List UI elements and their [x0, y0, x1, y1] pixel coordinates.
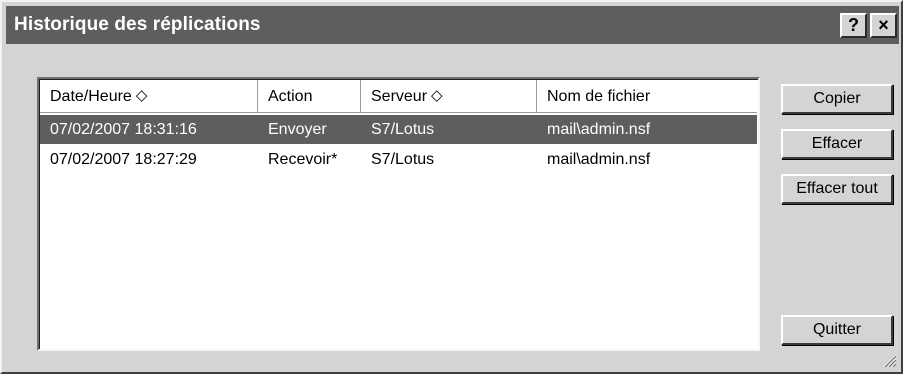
column-header-label: Nom de fichier	[547, 88, 651, 105]
cell-action: Recevoir*	[268, 151, 338, 168]
column-header-label: Date/Heure	[50, 88, 132, 105]
column-header-label: Action	[268, 88, 313, 105]
dialog-title: Historique des réplications	[14, 14, 261, 35]
clear-button[interactable]: Effacer	[781, 129, 893, 159]
cell-datetime: 07/02/2007 18:27:29	[50, 151, 197, 168]
cell-filename: mail\admin.nsf	[547, 121, 651, 138]
replication-history-dialog: Historique des réplications ? × Date/Heu…	[0, 0, 903, 374]
sort-icon: ◇	[431, 87, 443, 104]
cell-action: Envoyer	[268, 121, 327, 138]
close-button[interactable]: ×	[870, 13, 897, 38]
cell-server: S7/Lotus	[371, 151, 435, 168]
table-row[interactable]: 07/02/2007 18:27:29 Recevoir* S7/Lotus m…	[40, 145, 757, 174]
column-header-datetime[interactable]: Date/Heure ◇	[40, 80, 258, 113]
help-button[interactable]: ?	[840, 13, 867, 38]
list-header: Date/Heure ◇ Action Serveur ◇ Nom de fichi…	[40, 80, 757, 113]
resize-grip-icon[interactable]	[881, 352, 897, 368]
column-header-server[interactable]: Serveur ◇	[361, 80, 537, 113]
close-icon: ×	[878, 15, 889, 35]
replication-list[interactable]: Date/Heure ◇ Action Serveur ◇ Nom de fichi…	[37, 77, 760, 351]
clear-all-button[interactable]: Effacer tout	[781, 174, 893, 204]
cell-filename: mail\admin.nsf	[547, 151, 651, 168]
column-header-action[interactable]: Action	[258, 80, 361, 113]
column-header-filename[interactable]: Nom de fichier	[537, 80, 757, 113]
sort-icon: ◇	[135, 87, 148, 104]
title-bar[interactable]: Historique des réplications ? ×	[6, 6, 899, 44]
help-icon: ?	[848, 15, 859, 35]
column-header-label: Serveur	[371, 88, 428, 105]
cell-datetime: 07/02/2007 18:31:16	[50, 121, 197, 138]
cell-server: S7/Lotus	[371, 121, 435, 138]
table-row[interactable]: 07/02/2007 18:31:16 Envoyer S7/Lotus mai…	[40, 115, 757, 144]
copy-button[interactable]: Copier	[781, 84, 893, 114]
quit-button[interactable]: Quitter	[781, 315, 893, 345]
